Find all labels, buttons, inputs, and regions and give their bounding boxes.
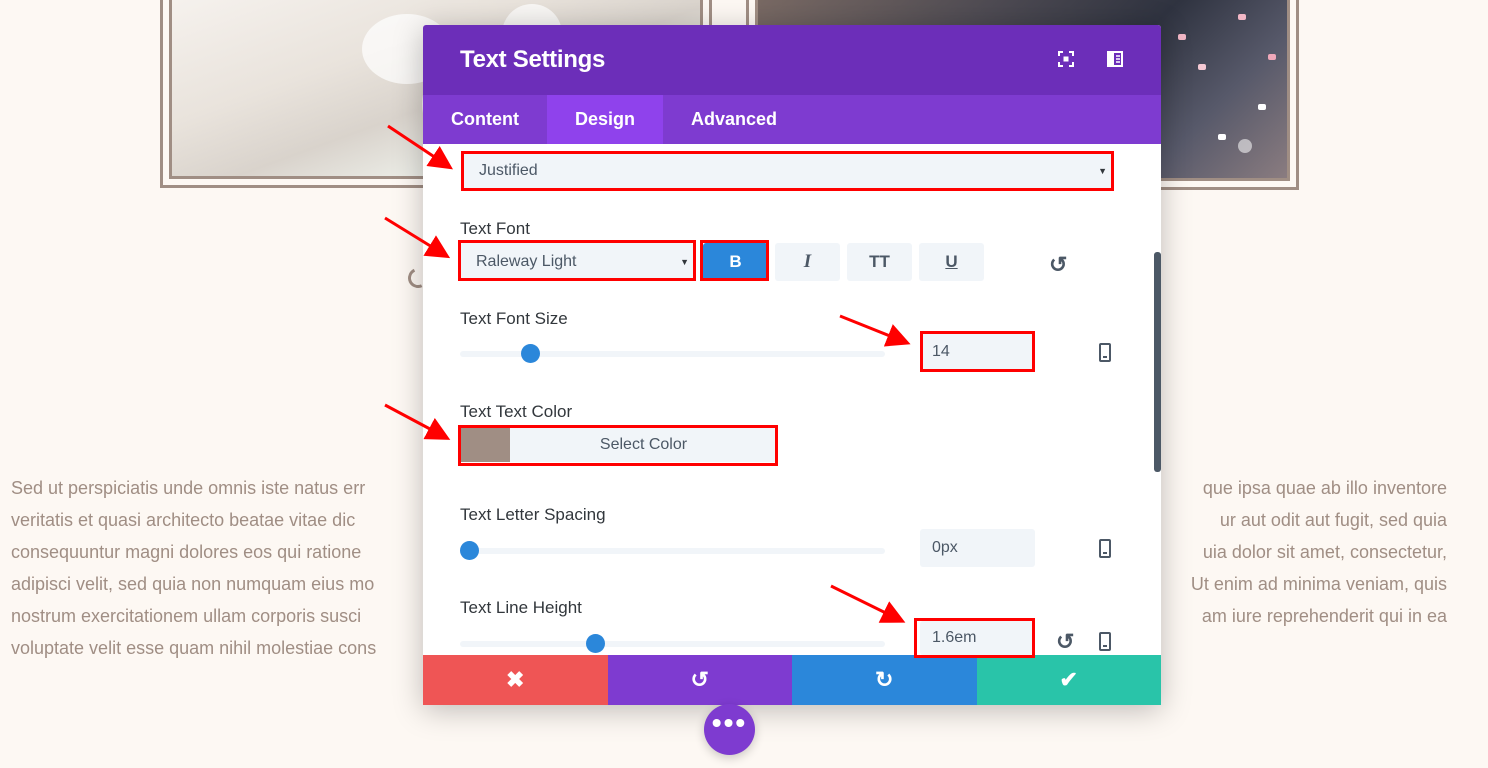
underline-label: U	[945, 252, 958, 271]
text-font-label: Text Font	[460, 219, 530, 238]
italic-label: I	[803, 251, 812, 272]
text-orientation-value: Justified	[479, 162, 538, 179]
background-paragraph-left: Sed ut perspiciatis unde omnis iste natu…	[11, 472, 376, 664]
bg-line: Sed ut perspiciatis unde omnis iste natu…	[11, 478, 366, 498]
check-icon: ✔	[1059, 667, 1078, 692]
letter-spacing-label: Text Letter Spacing	[460, 505, 606, 524]
uppercase-button[interactable]: TT	[847, 243, 912, 281]
tab-content[interactable]: Content	[423, 95, 547, 144]
font-size-label: Text Font Size	[460, 309, 568, 328]
bg-line: uia dolor sit amet, consectetur,	[1202, 542, 1447, 562]
cancel-button[interactable]: ✖	[423, 655, 608, 705]
modal-scrollbar[interactable]	[1154, 252, 1161, 472]
bg-line: am iure reprehenderit qui in ea	[1201, 606, 1447, 626]
color-swatch[interactable]	[460, 428, 510, 462]
redo-icon: ↻	[875, 667, 894, 692]
bg-line: veritatis et quasi architecto beatae vit…	[11, 510, 356, 530]
bg-line: adipisci velit, sed quia non numquam eiu…	[11, 574, 375, 594]
undo-icon: ↺	[690, 667, 709, 692]
chevron-down-icon: ▼	[1098, 166, 1107, 176]
text-font-select[interactable]: Raleway Light ▼	[460, 243, 695, 281]
phone-icon[interactable]	[1099, 343, 1111, 362]
reset-icon[interactable]: ↺	[1049, 252, 1067, 278]
line-height-slider[interactable]	[460, 634, 885, 653]
phone-icon[interactable]	[1099, 539, 1111, 558]
font-size-input[interactable]: 14	[920, 333, 1035, 371]
chevron-down-icon: ▼	[680, 257, 689, 267]
text-color-label: Text Text Color	[460, 402, 573, 421]
reset-icon[interactable]: ↺	[1056, 629, 1074, 655]
select-color-button[interactable]: Select Color	[510, 428, 777, 462]
save-button[interactable]: ✔	[976, 655, 1161, 705]
text-color-picker[interactable]: Select Color	[460, 428, 777, 462]
line-height-input[interactable]: 1.6em	[920, 621, 1035, 655]
bold-button[interactable]: B	[703, 243, 768, 281]
text-orientation-select[interactable]: Justified ▼	[463, 152, 1113, 190]
line-height-label: Text Line Height	[460, 598, 582, 617]
letter-spacing-slider[interactable]	[460, 541, 885, 560]
bg-line: ur aut odit aut fugit, sed quia	[1219, 510, 1447, 530]
bg-line: Ut enim ad minima veniam, quis	[1190, 574, 1447, 594]
undo-button[interactable]: ↺	[607, 655, 792, 705]
letter-spacing-input[interactable]: 0px	[920, 529, 1035, 567]
modal-title: Text Settings	[460, 46, 606, 73]
tab-design[interactable]: Design	[546, 95, 663, 144]
redo-button[interactable]: ↻	[792, 655, 977, 705]
fullscreen-icon[interactable]	[1056, 49, 1076, 69]
line-height-slider-handle[interactable]	[585, 634, 605, 653]
underline-button[interactable]: U	[919, 243, 984, 281]
modal-header: Text Settings	[423, 25, 1161, 95]
tab-advanced[interactable]: Advanced	[663, 95, 805, 144]
bg-line: que ipsa quae ab illo inventore	[1202, 478, 1447, 498]
font-size-slider-handle[interactable]	[520, 344, 540, 363]
close-icon: ✖	[506, 667, 525, 692]
letter-spacing-slider-handle[interactable]	[460, 541, 479, 560]
background-paragraph-right: que ipsa quae ab illo inventore ur aut o…	[1191, 472, 1447, 632]
phone-icon[interactable]	[1099, 632, 1111, 651]
modal-footer: ✖ ↺ ↻ ✔	[423, 655, 1161, 705]
italic-button[interactable]: I	[775, 243, 840, 281]
font-size-slider[interactable]	[460, 344, 885, 363]
tab-bar: Content Design Advanced	[423, 95, 1161, 144]
text-font-value: Raleway Light	[476, 253, 577, 270]
ellipsis-icon: •••	[711, 706, 748, 738]
bg-line: voluptate velit esse quam nihil molestia…	[11, 638, 377, 658]
more-options-button[interactable]: •••	[704, 704, 755, 755]
bg-line: consequuntur magni dolores eos qui ratio…	[11, 542, 362, 562]
bg-line: nostrum exercitationem ullam corporis su…	[11, 606, 362, 626]
sidebar-layout-icon[interactable]	[1105, 49, 1125, 69]
